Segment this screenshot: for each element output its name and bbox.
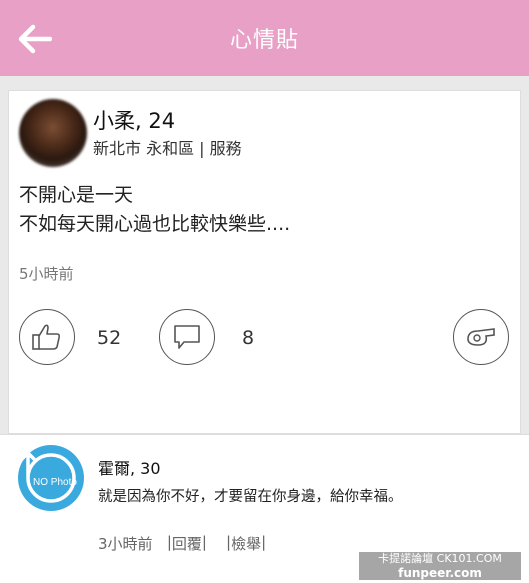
whistle-icon	[467, 328, 495, 346]
comment-button[interactable]	[159, 309, 215, 365]
post-time: 5小時前	[19, 265, 74, 283]
post-line: 不如每天開心過也比較快樂些....	[19, 213, 291, 235]
page-title: 心情貼	[229, 28, 299, 53]
watermark-line2: funpeer.com	[398, 566, 482, 580]
report-link[interactable]: 檢舉	[231, 533, 261, 554]
comment-bubble-icon	[174, 325, 200, 349]
no-photo-label: NO Photo	[33, 477, 77, 488]
like-button[interactable]	[19, 309, 75, 365]
comment-text: 就是因為你不好，才要留在你身邊，給你幸福。	[98, 489, 403, 505]
separator: |	[261, 533, 267, 551]
post-content: 不開心是一天 不如每天開心過也比較快樂些....	[19, 181, 290, 239]
post-user-location: 新北市 永和區 | 服務	[93, 139, 242, 158]
avatar[interactable]	[19, 99, 87, 167]
thumbs-up-icon	[32, 324, 61, 350]
like-count: 52	[97, 327, 122, 349]
comment-count: 8	[242, 327, 255, 349]
post-card: 小柔, 24 新北市 永和區 | 服務 不開心是一天 不如每天開心過也比較快樂些…	[8, 90, 521, 434]
no-photo-icon: NO Photo	[19, 451, 77, 503]
reply-link[interactable]: 回覆	[172, 533, 202, 554]
comment-meta: 3小時前 | 回覆 | | 檢舉 |	[98, 533, 266, 554]
avatar[interactable]: NO Photo	[18, 445, 84, 511]
whistle-button[interactable]	[453, 309, 509, 365]
separator: |	[152, 533, 172, 551]
header-bar: 心情貼	[0, 0, 529, 76]
post-user-name[interactable]: 小柔, 24	[93, 105, 175, 135]
watermark-line1: 卡提諾論壇 CK101.COM	[378, 552, 502, 565]
comment-time: 3小時前	[98, 535, 153, 553]
post-line: 不開心是一天	[19, 184, 134, 206]
separator: | |	[201, 533, 232, 551]
back-arrow-icon[interactable]	[18, 24, 52, 54]
watermark: 卡提諾論壇 CK101.COM funpeer.com	[359, 552, 521, 580]
comment-user-name[interactable]: 霍爾, 30	[98, 455, 161, 479]
